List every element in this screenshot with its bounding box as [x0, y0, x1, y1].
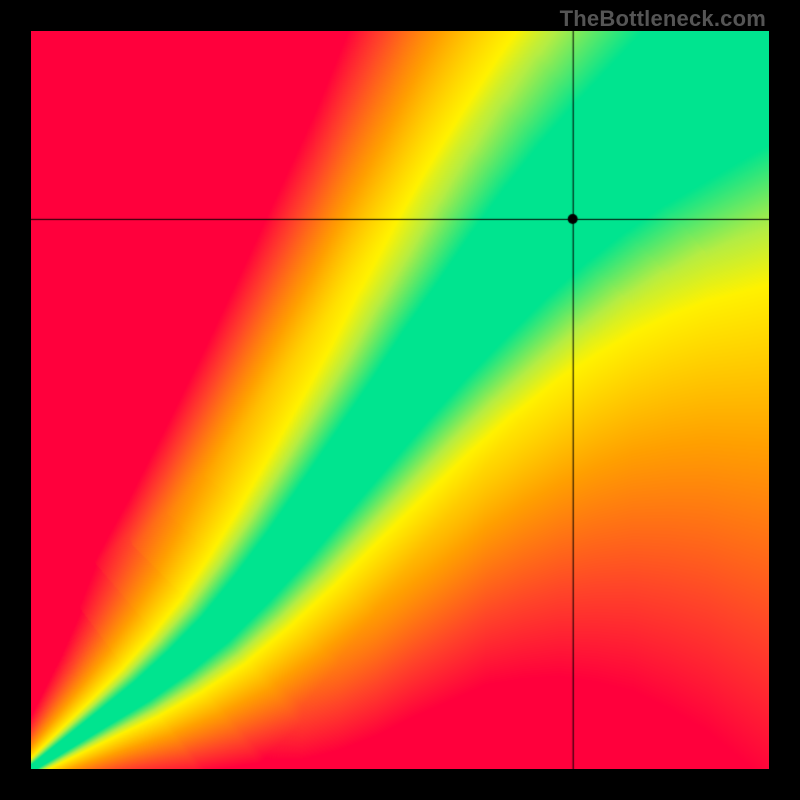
watermark-text: TheBottleneck.com [560, 6, 766, 32]
heatmap-plot [31, 31, 769, 769]
heatmap-canvas [31, 31, 769, 769]
